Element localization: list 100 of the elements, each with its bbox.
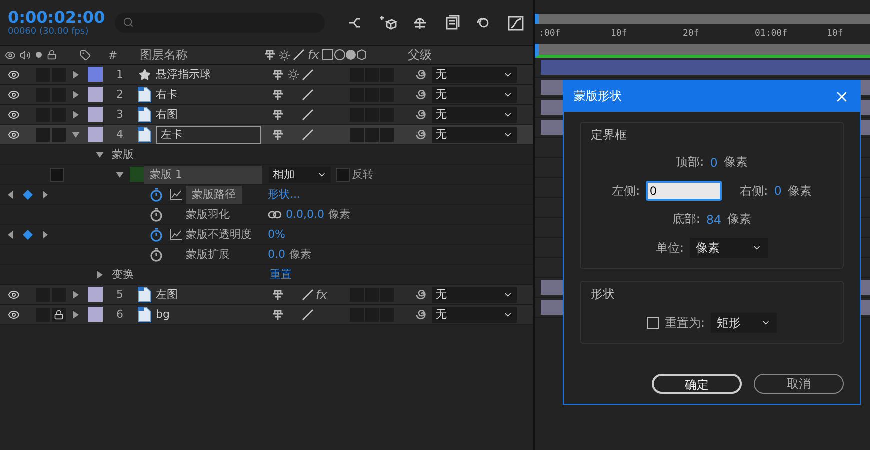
- visibility-eye-icon[interactable]: [8, 288, 20, 300]
- mask-color-swatch[interactable]: [130, 167, 144, 182]
- timecode[interactable]: 0:00:02:00: [8, 8, 103, 27]
- disclosure-triangle-icon[interactable]: [72, 90, 80, 98]
- label-color-swatch[interactable]: [88, 287, 103, 302]
- layer-name[interactable]: bg: [156, 308, 170, 321]
- value-text[interactable]: 0: [774, 184, 782, 198]
- unit-label: 像素: [724, 154, 748, 171]
- pickwhip-icon[interactable]: [414, 88, 428, 101]
- stopwatch-icon[interactable]: [150, 208, 163, 222]
- value-text[interactable]: 84: [706, 212, 722, 226]
- solo-switch[interactable]: [36, 128, 50, 142]
- keyframe-navigator-icon[interactable]: [8, 190, 48, 200]
- lock-switch[interactable]: [52, 128, 66, 142]
- pickwhip-icon[interactable]: [414, 288, 428, 301]
- label-color-swatch[interactable]: [88, 127, 103, 142]
- layer-name[interactable]: 右图: [156, 107, 178, 122]
- parent-dropdown[interactable]: 无: [432, 66, 517, 82]
- parent-dropdown[interactable]: 无: [432, 126, 517, 142]
- visibility-eye-icon[interactable]: [8, 108, 20, 120]
- ok-button[interactable]: 确定: [652, 374, 742, 394]
- label-color-swatch[interactable]: [88, 87, 103, 102]
- visibility-eye-icon[interactable]: [8, 128, 20, 140]
- label-color-swatch[interactable]: [88, 67, 103, 82]
- units-dropdown[interactable]: 像素: [690, 238, 768, 258]
- motion-blur-switch[interactable]: [350, 128, 364, 142]
- mask-mode-dropdown[interactable]: 相加: [269, 166, 331, 182]
- shape-dropdown[interactable]: 矩形: [711, 313, 778, 333]
- disclosure-triangle-icon[interactable]: [96, 150, 104, 158]
- graph-editor-icon[interactable]: [507, 14, 525, 32]
- pickwhip-icon[interactable]: [414, 308, 428, 321]
- shy-switch-icon[interactable]: [272, 308, 284, 320]
- disclosure-triangle-icon[interactable]: [96, 270, 104, 278]
- file-icon: [138, 286, 152, 302]
- stopwatch-icon[interactable]: [150, 188, 163, 202]
- visibility-eye-icon[interactable]: [8, 68, 20, 80]
- stopwatch-icon[interactable]: [150, 248, 163, 262]
- parent-dropdown[interactable]: 无: [432, 86, 517, 102]
- checkbox[interactable]: [646, 317, 659, 329]
- disclosure-triangle-icon[interactable]: [72, 290, 80, 298]
- shy-switch-icon[interactable]: [272, 288, 284, 300]
- reset-link[interactable]: 重置: [270, 267, 292, 282]
- collapse-switch-icon[interactable]: [279, 50, 290, 60]
- disclosure-triangle-icon[interactable]: [116, 170, 124, 178]
- quality-switch-icon[interactable]: [302, 88, 314, 100]
- label-color-swatch[interactable]: [88, 307, 103, 322]
- pickwhip-icon[interactable]: [414, 128, 428, 141]
- layer-name[interactable]: 悬浮指示球: [156, 67, 211, 82]
- property-value[interactable]: 形状...: [268, 187, 300, 202]
- disclosure-triangle-icon[interactable]: [72, 70, 80, 78]
- property-value[interactable]: 0.0: [268, 248, 286, 261]
- visibility-eye-icon[interactable]: [8, 88, 20, 100]
- cube-sparkle-icon[interactable]: [379, 14, 397, 32]
- cancel-button[interactable]: 取消: [754, 374, 844, 394]
- shy-switch-icon[interactable]: [272, 108, 284, 120]
- quality-switch-icon[interactable]: [302, 128, 314, 140]
- graph-icon[interactable]: [170, 228, 182, 240]
- shy-switch-icon[interactable]: [272, 88, 284, 100]
- property-value[interactable]: 0.0,0.0: [286, 208, 324, 221]
- quality-switch-icon[interactable]: [302, 68, 314, 80]
- label-color-swatch[interactable]: [88, 107, 103, 122]
- graph-icon[interactable]: [170, 188, 182, 200]
- search-field[interactable]: [115, 12, 325, 32]
- pickwhip-icon[interactable]: [414, 68, 428, 81]
- collapse-switch-icon[interactable]: [288, 69, 298, 80]
- quality-switch-icon[interactable]: [302, 288, 314, 300]
- field-label: 左侧:: [612, 182, 640, 200]
- parent-dropdown[interactable]: 无: [432, 106, 517, 122]
- column-header: 父级: [408, 46, 432, 64]
- layer-name[interactable]: 左图: [156, 287, 178, 302]
- adjustment-switch[interactable]: [365, 128, 379, 142]
- pickwhip-icon[interactable]: [414, 108, 428, 121]
- invert-checkbox[interactable]: [336, 168, 350, 182]
- layer-name[interactable]: 左卡: [156, 126, 261, 144]
- quality-switch-icon[interactable]: [302, 308, 314, 320]
- input-field[interactable]: 0: [646, 181, 722, 201]
- disclosure-triangle-icon[interactable]: [72, 110, 80, 118]
- property-name: 蒙版扩展: [186, 247, 230, 262]
- property-group-label: 变换: [112, 267, 134, 282]
- stopwatch-icon[interactable]: [150, 228, 163, 242]
- link-icon[interactable]: [268, 210, 282, 218]
- lock-switch[interactable]: [52, 308, 66, 322]
- shy-switch-icon[interactable]: [264, 49, 276, 61]
- ruler-label: 01:00f: [755, 29, 785, 39]
- quality-switch-icon[interactable]: [293, 49, 305, 61]
- quality-switch-icon[interactable]: [302, 108, 314, 120]
- shy-switch-icon[interactable]: [272, 68, 284, 80]
- effects-switch[interactable]: fx: [316, 288, 328, 302]
- property-value[interactable]: 0%: [268, 228, 286, 241]
- shy-switch-icon[interactable]: [272, 128, 284, 140]
- visibility-eye-icon[interactable]: [8, 308, 20, 320]
- parent-dropdown[interactable]: 无: [432, 306, 517, 322]
- mask-name[interactable]: 蒙版 1: [144, 166, 262, 184]
- layer-name[interactable]: 右卡: [156, 87, 178, 102]
- disclosure-triangle-icon[interactable]: [72, 130, 80, 138]
- keyframe-navigator-icon[interactable]: [8, 230, 48, 240]
- value-text[interactable]: 0: [710, 156, 718, 170]
- disclosure-triangle-icon[interactable]: [72, 310, 80, 318]
- parent-dropdown[interactable]: 无: [432, 286, 517, 302]
- 3d-switch[interactable]: [380, 128, 394, 142]
